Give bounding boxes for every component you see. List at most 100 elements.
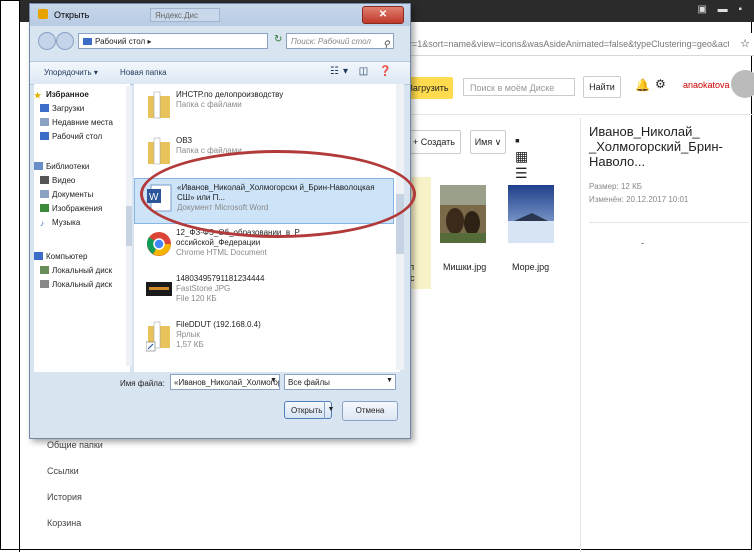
music-icon: ♪ [40,219,44,228]
file-item-shortcut[interactable]: FileDDUT (192.168.0.4) Ярлык 1,57 КБ [134,316,392,360]
video-icon [40,176,49,184]
disk-search-input[interactable]: Поиск в моём Диске [463,78,575,96]
file-details-date: Изменён: 20.12.2017 10:01 [589,195,689,204]
file-item-instr[interactable]: ИНСТР.по делопроизводству Папка с файлам… [134,86,392,130]
nav-libraries[interactable]: Библиотеки [34,162,89,171]
details-divider [589,222,749,223]
file-thumbnail-sea[interactable] [508,185,554,243]
image-file-icon [146,282,172,296]
nav-recent[interactable]: Недавние места [40,118,113,127]
bell-icon[interactable]: 🔔 [635,78,650,92]
open-split-arrow[interactable]: ▼ [324,401,337,419]
dialog-file-list: ИНСТР.по делопроизводству Папка с файлам… [134,84,404,372]
nav-local-disk-d[interactable]: Локальный диск [40,280,112,289]
desktop-icon [40,132,49,140]
file-item-jpg[interactable]: 14803495791181234444 FastStone JPG File … [134,270,392,314]
nav-images[interactable]: Изображения [40,204,102,213]
username-link[interactable]: anaokatova [683,80,730,90]
file-type: Ярлык 1,57 КБ [176,330,204,349]
dialog-title: Открыть [54,10,90,20]
file-item-ivanov-selected[interactable]: W «Иванов_Николай_Холмогорски й_Брин-Нав… [134,178,394,224]
file-type: Chrome HTML Document [176,248,267,257]
chevron-down-icon[interactable]: ▼ [386,377,393,384]
dialog-search-input[interactable]: Поиск: Рабочий стол ⚲ [286,33,394,49]
window-controls[interactable]: ▣ ▬ ▪ [697,4,746,15]
filename-input[interactable]: «Иванов_Николай_Холмогорск [170,374,280,390]
nav-trash[interactable]: Корзина [47,518,81,528]
chrome-icon [38,9,48,19]
computer-icon [34,252,43,260]
star-icon: ★ [34,91,42,100]
nav-music[interactable]: ♪ Музыка [40,218,80,228]
chrome-icon [147,232,171,256]
background-tab: Яндекс.Дис [150,8,220,22]
bookmark-star-icon[interactable]: ☆ [740,37,750,50]
nav-video[interactable]: Видео [40,176,75,185]
nav-scrollbar[interactable] [126,86,132,366]
dialog-nav-pane: ★ Избранное Загрузки Недавние места Рабоч… [34,84,132,372]
avatar[interactable] [731,70,754,98]
nav-computer[interactable]: Компьютер [34,252,87,261]
file-type: Папка с файлами [176,146,242,155]
nav-shared-folders[interactable]: Общие папки [47,440,103,450]
dialog-address-row: Рабочий стол ▸ ▾ ↻ Поиск: Рабочий стол ⚲ [30,28,410,56]
nav-favorites[interactable]: ★ Избранное [34,90,89,100]
view-controls[interactable]: ☷▾ ◫ ❓ [330,66,395,77]
file-details-title: Иванов_Николай_ _Холмогорский_Брин-Навол… [589,124,723,169]
sort-dropdown[interactable]: Имя ∨ [470,130,506,154]
nav-links[interactable]: Ссылки [47,466,79,476]
file-thumbnail-label[interactable]: Мишки.jpg [443,262,486,272]
search-icon[interactable]: ⚲ [383,36,390,52]
file-type: FastStone JPG File 120 КБ [176,284,231,303]
downloads-icon [40,104,49,112]
address-bar[interactable]: der=1&sort=name&view=icons&wasAsideAnima… [395,33,754,56]
forward-button[interactable] [56,32,74,50]
disk-icon [40,266,49,274]
folder-icon [148,91,170,119]
disk-header: Загрузить Поиск в моём Диске Найти 🔔 ⚙ a… [395,62,754,115]
nav-documents[interactable]: Документы [40,190,93,199]
view-toggle-icons[interactable]: ▪ ▦ ☰ [515,132,530,182]
file-list-scrollbar[interactable] [396,84,404,370]
file-details-empty: - [641,238,644,248]
nav-scroll-thumb[interactable] [126,206,132,246]
dialog-titlebar: Открыть Яндекс.Дис ✕ [30,4,410,26]
refresh-icon[interactable]: ↻ [274,34,282,45]
create-button[interactable]: + Создать [407,130,461,154]
organize-menu[interactable]: Упорядочить ▾ [44,68,98,77]
cancel-button[interactable]: Отмена [342,401,398,421]
dialog-path-input[interactable]: Рабочий стол ▸ ▾ [78,33,307,51]
find-button[interactable]: Найти [583,76,621,98]
libraries-icon [34,162,43,170]
chevron-down-icon[interactable]: ▼ [270,377,277,384]
file-type: Документ Microsoft Word [177,203,269,212]
folder-icon [83,38,92,45]
url-text[interactable]: der=1&sort=name&view=icons&wasAsideAnima… [399,39,729,49]
nav-downloads[interactable]: Загрузки [40,104,84,113]
back-button[interactable] [38,32,56,50]
file-name: FileDDUT (192.168.0.4) [176,320,261,329]
nav-history[interactable]: История [47,492,82,502]
folder-icon [148,137,170,165]
file-type: Папка с файлами [176,100,242,109]
disk-icon [40,280,49,288]
file-list-scroll-thumb[interactable] [396,194,404,254]
dialog-close-button[interactable]: ✕ [362,6,404,24]
file-thumbnail-bears[interactable] [440,185,486,243]
gear-icon[interactable]: ⚙ [655,77,666,91]
file-name: ОВЗ [176,136,193,145]
filetype-select[interactable]: Все файлы [284,374,396,390]
file-name: 14803495791181234444 [176,274,265,283]
file-item-ovz[interactable]: ОВЗ Папка с файлами [134,132,392,176]
path-text: Рабочий стол ▸ [95,37,152,46]
file-item-fz[interactable]: 12_ФЗ-ФЗ_Об_образовании_в_Р оссийской_Фе… [134,224,392,268]
file-thumbnail-label[interactable]: Море.jpg [512,262,549,272]
file-details-size: Размер: 12 КБ [589,182,642,191]
nav-local-disk-c[interactable]: Локальный диск [40,266,112,275]
file-details-panel: Иванов_Николай_ _Холмогорский_Брин-Навол… [580,118,754,552]
open-file-dialog: Открыть Яндекс.Дис ✕ Рабочий стол ▸ ▾ ↻ … [29,3,411,439]
new-folder-button[interactable]: Новая папка [120,68,167,77]
shortcut-icon [146,321,170,352]
file-name: 12_ФЗ-ФЗ_Об_образовании_в_Р оссийской_Фе… [176,228,300,247]
nav-desktop[interactable]: Рабочий стол [40,132,102,141]
